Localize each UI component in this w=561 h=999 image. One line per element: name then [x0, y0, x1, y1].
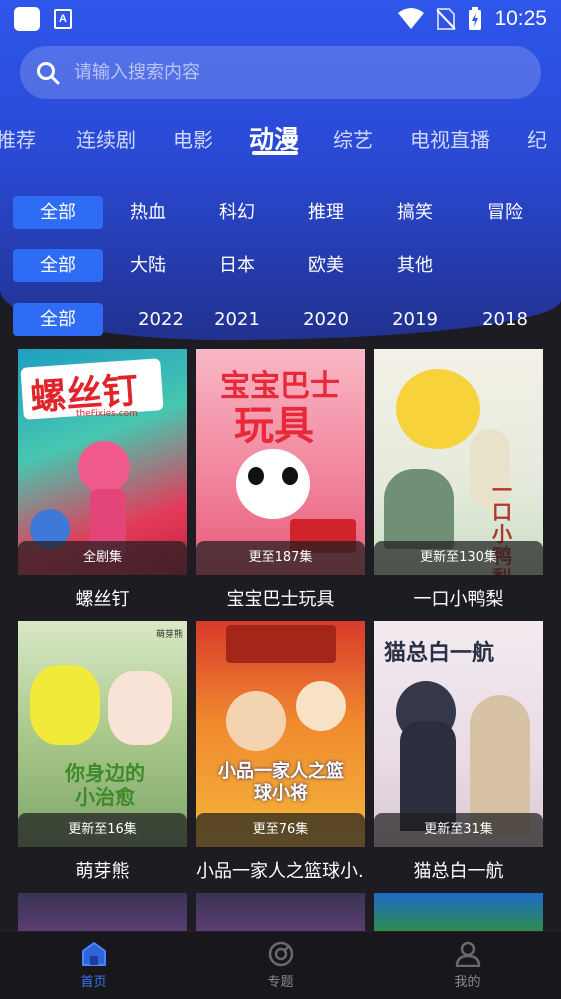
- nav-topic[interactable]: 专题: [187, 932, 374, 999]
- card-title: 小品一家人之篮球小...: [196, 861, 365, 882]
- genre-chip-mystery[interactable]: 推理: [281, 196, 371, 229]
- anime-card[interactable]: 萌芽熊 你身边的小治愈 更新至16集 萌芽熊: [18, 621, 187, 883]
- card-title: 一口小鸭梨: [413, 589, 504, 610]
- anime-card[interactable]: 小品一家人之篮球小将 更至76集 小品一家人之篮球小...: [196, 621, 365, 883]
- tab-series[interactable]: 连续剧: [76, 118, 136, 164]
- app-notification-icon: [14, 7, 40, 31]
- anime-card[interactable]: 螺丝钉 theFixies.com 全剧集 螺丝钉: [18, 349, 187, 611]
- poster-image: [196, 893, 365, 931]
- nav-profile[interactable]: 我的: [374, 932, 561, 999]
- genre-chip-scifi[interactable]: 科幻: [192, 196, 282, 229]
- profile-icon: [455, 941, 480, 967]
- anime-card[interactable]: [374, 893, 543, 931]
- poster-image: [374, 893, 543, 931]
- tab-variety[interactable]: 综艺: [333, 118, 373, 164]
- nav-profile-label: 我的: [454, 975, 481, 990]
- topic-icon: [268, 941, 293, 967]
- home-icon: [81, 942, 106, 966]
- region-chip-other[interactable]: 其他: [370, 249, 460, 282]
- anime-card[interactable]: 猫总白一航 更新至31集 猫总白一航: [374, 621, 543, 883]
- region-chip-mainland[interactable]: 大陆: [103, 249, 193, 282]
- episode-badge: 更新至31集: [374, 813, 543, 847]
- year-chip-2018[interactable]: 2018: [460, 303, 550, 336]
- search-input[interactable]: [74, 62, 494, 83]
- a-notification-icon: A: [54, 9, 72, 29]
- anime-card[interactable]: 一口小鸭梨 更新至130集 一口小鸭梨: [374, 349, 543, 611]
- year-chip-2019[interactable]: 2019: [370, 303, 460, 336]
- episode-badge: 更至76集: [196, 813, 365, 847]
- tab-anime[interactable]: 动漫: [249, 118, 299, 164]
- anime-card[interactable]: [18, 893, 187, 931]
- episode-badge: 更新至130集: [374, 541, 543, 575]
- genre-filter-row: 全部 热血 科幻 推理 搞笑 冒险: [0, 196, 561, 230]
- episode-badge: 全剧集: [18, 541, 187, 575]
- search-bar[interactable]: [20, 46, 541, 99]
- card-title: 萌芽熊: [75, 861, 130, 882]
- genre-chip-comedy[interactable]: 搞笑: [370, 196, 460, 229]
- genre-chip-adventure[interactable]: 冒险: [460, 196, 550, 229]
- battery-charging-icon: [469, 7, 482, 30]
- tab-recommend[interactable]: 推荐: [0, 118, 36, 164]
- year-chip-all[interactable]: 全部: [13, 303, 103, 336]
- anime-card[interactable]: 宝宝巴士 玩具 更至187集 宝宝巴士玩具: [196, 349, 365, 611]
- tab-movies[interactable]: 电影: [173, 118, 213, 164]
- nav-home[interactable]: 首页: [0, 932, 187, 999]
- card-title: 宝宝巴士玩具: [226, 589, 335, 610]
- clock: 10:25: [494, 7, 547, 30]
- genre-chip-action[interactable]: 热血: [103, 196, 193, 229]
- year-chip-2021[interactable]: 2021: [192, 303, 282, 336]
- episode-badge: 更新至16集: [18, 813, 187, 847]
- card-title: 猫总白一航: [413, 861, 504, 882]
- tab-live-tv[interactable]: 电视直播: [410, 118, 490, 164]
- genre-chip-all[interactable]: 全部: [13, 196, 103, 229]
- bottom-navigation: 首页 专题 我的: [0, 931, 561, 999]
- active-tab-indicator: [252, 151, 298, 155]
- wifi-icon: [398, 8, 425, 29]
- year-filter-row: 全部 2022 2021 2020 2019 2018: [0, 303, 561, 337]
- region-filter-row: 全部 大陆 日本 欧美 其他: [0, 249, 561, 283]
- tab-documentary[interactable]: 纪: [527, 118, 547, 164]
- poster-image: [18, 893, 187, 931]
- nav-home-label: 首页: [80, 975, 107, 990]
- episode-badge: 更至187集: [196, 541, 365, 575]
- region-chip-japan[interactable]: 日本: [192, 249, 282, 282]
- region-chip-all[interactable]: 全部: [13, 249, 103, 282]
- nav-topic-label: 专题: [267, 975, 294, 990]
- anime-card[interactable]: [196, 893, 365, 931]
- search-icon: [37, 61, 60, 84]
- status-bar: A 10:25: [0, 0, 561, 38]
- no-sim-icon: [436, 8, 457, 30]
- region-chip-west[interactable]: 欧美: [281, 249, 371, 282]
- year-chip-2020[interactable]: 2020: [281, 303, 371, 336]
- card-title: 螺丝钉: [75, 589, 130, 610]
- category-tabs: 推荐 连续剧 电影 动漫 综艺 电视直播 纪: [0, 118, 561, 164]
